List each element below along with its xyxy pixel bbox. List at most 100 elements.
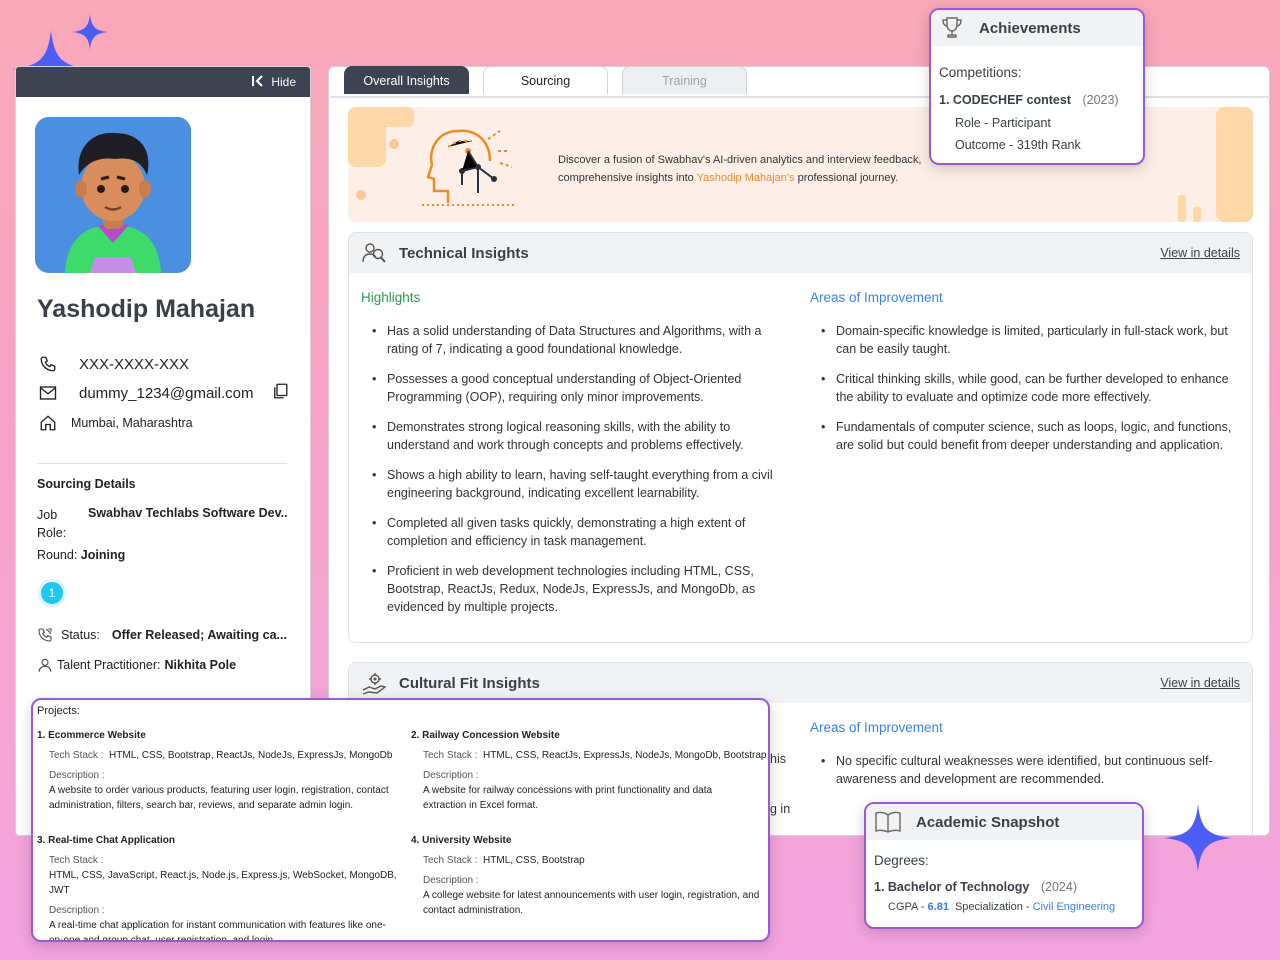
projects-title: Projects: xyxy=(37,705,80,717)
list-item: No specific cultural weaknesses were ide… xyxy=(812,752,1242,788)
role-label: Role - xyxy=(955,116,992,130)
list-item: Demonstrates strong logical reasoning sk… xyxy=(363,418,793,454)
sidebar-header: Hide xyxy=(16,67,310,97)
card-header: Cultural Fit Insights View in details xyxy=(349,663,1252,703)
improvement-title: Areas of Improvement xyxy=(810,720,943,735)
banner-line-2: comprehensive insights into Yashodip Mah… xyxy=(558,169,958,187)
practitioner-label: Talent Practitioner: xyxy=(57,658,161,672)
round-step-badge: 1 xyxy=(38,579,66,607)
projects-popup: Projects: 1. Ecommerce Website Tech Stac… xyxy=(31,698,770,942)
improvement-title: Areas of Improvement xyxy=(810,290,943,305)
improvements-list: No specific cultural weaknesses were ide… xyxy=(812,752,1242,800)
hand-gear-icon xyxy=(361,670,387,696)
banner-line-1: Discover a fusion of Swabhav's AI-driven… xyxy=(558,154,922,166)
tech-stack-label: Tech Stack : xyxy=(49,855,104,866)
tab-training: Training xyxy=(622,66,747,94)
degree-title: 1. Bachelor of Technology xyxy=(874,880,1030,894)
tech-stack-value: HTML, CSS, ReactJs, ExpressJs, NodeJs, M… xyxy=(483,750,767,761)
status-row: Status: Offer Released; Awaiting ca... xyxy=(37,627,292,643)
project-stack: Tech Stack : HTML, CSS, Bootstrap, React… xyxy=(49,748,407,763)
banner-text: professional journey. xyxy=(794,172,899,184)
list-item: Possesses a good conceptual understandin… xyxy=(363,370,793,406)
hide-button[interactable]: Hide xyxy=(271,75,296,89)
project-item: 4. University Website Tech Stack : HTML,… xyxy=(411,833,768,918)
divider xyxy=(37,463,287,464)
improvements-list: Domain-specific knowledge is limited, pa… xyxy=(812,322,1242,466)
list-item: Critical thinking skills, while good, ca… xyxy=(812,370,1242,406)
outcome-row: Outcome - 319th Rank xyxy=(955,138,1081,152)
card-title: Cultural Fit Insights xyxy=(399,674,540,692)
highlights-list: Has a solid understanding of Data Struct… xyxy=(363,322,793,628)
banner-description: Discover a fusion of Swabhav's AI-driven… xyxy=(558,151,958,187)
project-title: 4. University Website xyxy=(411,835,512,846)
project-title: 2. Railway Concession Website xyxy=(411,730,560,741)
copy-icon[interactable] xyxy=(271,382,289,404)
degree-year: (2024) xyxy=(1040,880,1077,894)
card-title: Technical Insights xyxy=(399,244,529,262)
list-item: Completed all given tasks quickly, demon… xyxy=(363,514,793,550)
project-item: 3. Real-time Chat Application Tech Stack… xyxy=(37,833,412,942)
degree-details: CGPA - 6.81 Specialization - Civil Engine… xyxy=(888,901,1115,913)
description-label: Description : xyxy=(49,905,105,916)
view-details-link[interactable]: View in details xyxy=(1160,676,1240,690)
cgpa-value: 6.81 xyxy=(927,901,949,913)
practitioner-row: Talent Practitioner: Nikhita Pole xyxy=(37,657,236,673)
sparkle-icon xyxy=(1164,804,1232,872)
job-role-label: Job Role: xyxy=(37,508,67,540)
tab-sourcing[interactable]: Sourcing xyxy=(483,66,608,94)
popup-header: Academic Snapshot xyxy=(866,804,1142,840)
collapse-icon[interactable] xyxy=(251,74,265,90)
job-role-value: Swabhav Techlabs Software Dev... xyxy=(88,506,288,520)
phone-icon xyxy=(37,353,59,375)
popup-title: Achievements xyxy=(979,19,1081,37)
email-address: dummy_1234@gmail.com xyxy=(79,384,254,402)
trophy-icon xyxy=(939,15,965,41)
list-item: Shows a high ability to learn, having se… xyxy=(363,466,793,502)
user-icon xyxy=(37,657,53,673)
tech-stack-value: HTML, CSS, JavaScript, React.js, Node.js… xyxy=(49,870,397,896)
list-item: Proficient in web development technologi… xyxy=(363,562,793,616)
candidate-name: Yashodip Mahajan xyxy=(37,295,256,323)
project-stack: Tech Stack : HTML, CSS, ReactJs, Express… xyxy=(423,748,768,763)
outcome-value: 319th Rank xyxy=(1016,138,1081,152)
partial-text: g in xyxy=(770,802,791,816)
description-label: Description : xyxy=(423,875,479,886)
cgpa-label: CGPA - xyxy=(888,901,928,913)
tech-stack-value: HTML, CSS, Bootstrap, ReactJs, NodeJs, E… xyxy=(109,750,393,761)
tech-stack-value: HTML, CSS, Bootstrap xyxy=(483,855,585,866)
competitions-label: Competitions: xyxy=(939,65,1022,80)
technical-insights-card: Technical Insights View in details Highl… xyxy=(348,232,1253,643)
role-row: Role - Participant xyxy=(955,116,1051,130)
role-value: Participant xyxy=(991,116,1051,130)
people-search-icon xyxy=(361,240,387,266)
sourcing-details-title: Sourcing Details xyxy=(37,477,136,491)
tab-bar: Overall Insights Sourcing Training xyxy=(344,66,747,94)
popup-title: Academic Snapshot xyxy=(916,813,1060,831)
round-label: Round: xyxy=(37,548,78,562)
description-label: Description : xyxy=(49,770,105,781)
competition-year: (2023) xyxy=(1082,93,1119,107)
ai-brain-icon xyxy=(422,129,514,206)
sparkle-icon xyxy=(72,14,108,50)
status-value: Offer Released; Awaiting ca... xyxy=(111,628,287,642)
project-description: A college website for latest announcemen… xyxy=(423,890,760,916)
card-header: Technical Insights View in details xyxy=(349,233,1252,273)
round-row: Round: Joining xyxy=(37,548,125,562)
tech-stack-label: Tech Stack : xyxy=(423,855,478,866)
phone-row: XXX-XXXX-XXX xyxy=(37,353,189,375)
project-description: A real-time chat application for instant… xyxy=(49,920,386,942)
academic-snapshot-popup: Academic Snapshot Degrees: 1. Bachelor o… xyxy=(864,802,1144,929)
outcome-label: Outcome - xyxy=(955,138,1017,152)
home-icon xyxy=(37,412,59,434)
tab-overall-insights[interactable]: Overall Insights xyxy=(344,66,469,94)
location-row: Mumbai, Maharashtra xyxy=(37,412,193,434)
avatar xyxy=(35,117,191,273)
candidate-name-highlight: Yashodip Mahajan's xyxy=(696,172,795,184)
project-title: 3. Real-time Chat Application xyxy=(37,835,175,846)
achievements-popup: Achievements Competitions: 1. CODECHEF c… xyxy=(929,8,1145,165)
mail-icon xyxy=(37,382,59,404)
view-details-link[interactable]: View in details xyxy=(1160,246,1240,260)
partial-text: his xyxy=(770,752,786,766)
list-item: Fundamentals of computer science, such a… xyxy=(812,418,1242,454)
project-description: A website to order various products, fea… xyxy=(49,785,389,811)
